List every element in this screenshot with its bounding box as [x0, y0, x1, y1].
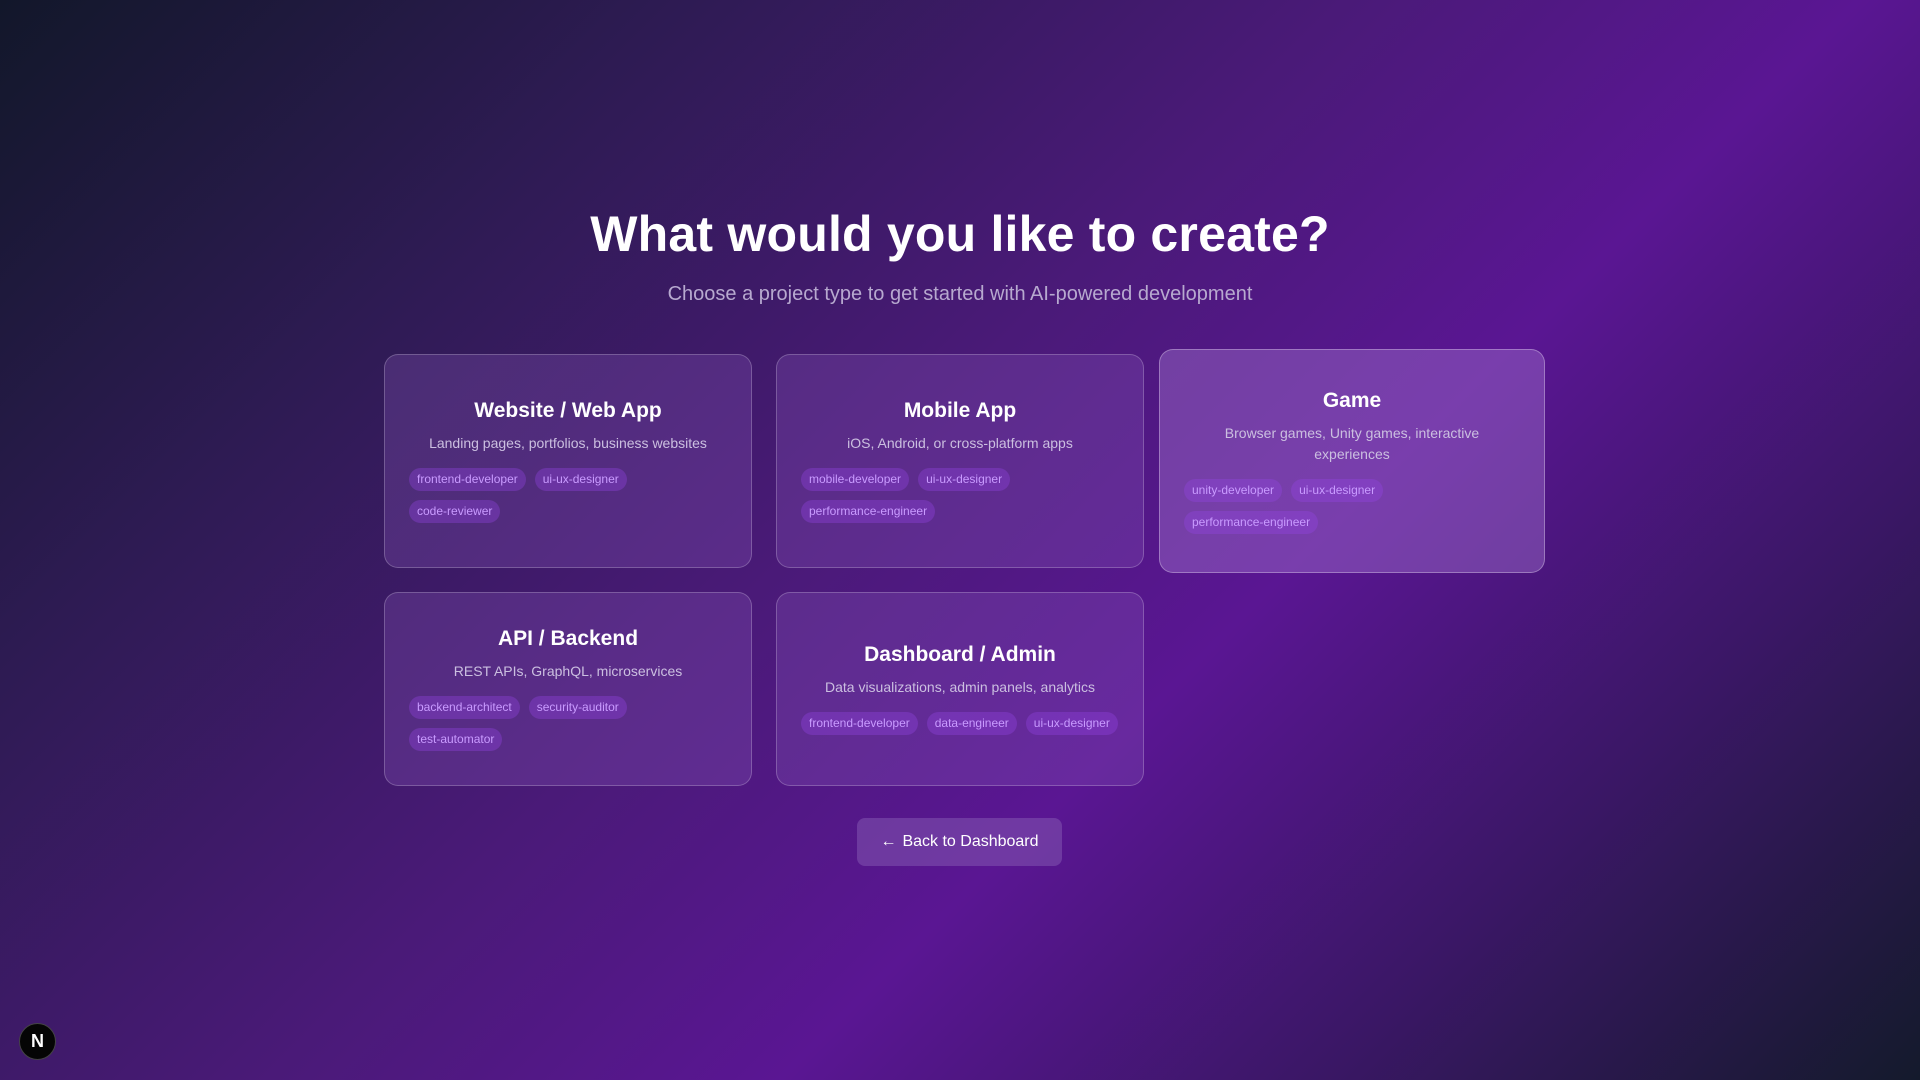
card-description: Browser games, Unity games, interactive … [1224, 424, 1480, 462]
project-card-game[interactable]: Game Browser games, Unity games, interac… [1159, 349, 1545, 573]
agent-tag: frontend-developer [801, 712, 918, 735]
agent-tag: backend-architect [409, 696, 520, 719]
agent-tag: performance-engineer [1184, 510, 1319, 534]
arrow-left-icon: ← [880, 833, 897, 850]
tag-list: frontend-developer ui-ux-designer code-r… [409, 468, 727, 523]
tag-list: mobile-developer ui-ux-designer performa… [801, 468, 1119, 523]
card-description: REST APIs, GraphQL, microservices [453, 663, 683, 679]
agent-tag: ui-ux-designer [534, 468, 627, 491]
agent-tag: test-automator [409, 728, 503, 751]
card-title: Website / Web App [474, 399, 662, 422]
back-button-label: Back to Dashboard [902, 833, 1039, 850]
card-title: API / Backend [497, 627, 639, 650]
project-card-api[interactable]: API / Backend REST APIs, GraphQL, micros… [384, 592, 752, 786]
card-description: Data visualizations, admin panels, analy… [824, 679, 1096, 695]
agent-tag: data-engineer [926, 712, 1017, 735]
agent-tag: ui-ux-designer [1291, 478, 1384, 502]
agent-tag: performance-engineer [801, 500, 936, 523]
agent-tag: mobile-developer [801, 468, 910, 491]
tag-list: frontend-developer data-engineer ui-ux-d… [801, 712, 1119, 735]
dev-tools-badge[interactable]: N [19, 1023, 56, 1060]
agent-tag: frontend-developer [409, 468, 526, 491]
page-subtitle: Choose a project type to get started wit… [667, 283, 1253, 305]
agent-tag: ui-ux-designer [918, 468, 1011, 491]
tag-list: unity-developer ui-ux-designer performan… [1184, 478, 1520, 534]
n-logo-icon: N [31, 1031, 44, 1051]
agent-tag: code-reviewer [409, 500, 501, 523]
project-card-mobile[interactable]: Mobile App iOS, Android, or cross-platfo… [776, 354, 1144, 568]
tag-list: backend-architect security-auditor test-… [409, 696, 727, 751]
page-title: What would you like to create? [590, 206, 1330, 262]
card-title: Dashboard / Admin [864, 643, 1056, 666]
agent-tag: ui-ux-designer [1025, 712, 1118, 735]
card-title: Mobile App [903, 399, 1017, 422]
agent-tag: security-auditor [528, 696, 627, 719]
agent-tag: unity-developer [1184, 478, 1283, 502]
card-description: iOS, Android, or cross-platform apps [847, 435, 1073, 451]
back-to-dashboard-button[interactable]: ← Back to Dashboard [857, 818, 1062, 866]
card-description: Landing pages, portfolios, business webs… [429, 435, 707, 451]
project-card-website[interactable]: Website / Web App Landing pages, portfol… [384, 354, 752, 568]
card-title: Game [1322, 388, 1382, 412]
project-card-dashboard[interactable]: Dashboard / Admin Data visualizations, a… [776, 592, 1144, 786]
page-header: What would you like to create? Choose a … [0, 205, 1920, 306]
